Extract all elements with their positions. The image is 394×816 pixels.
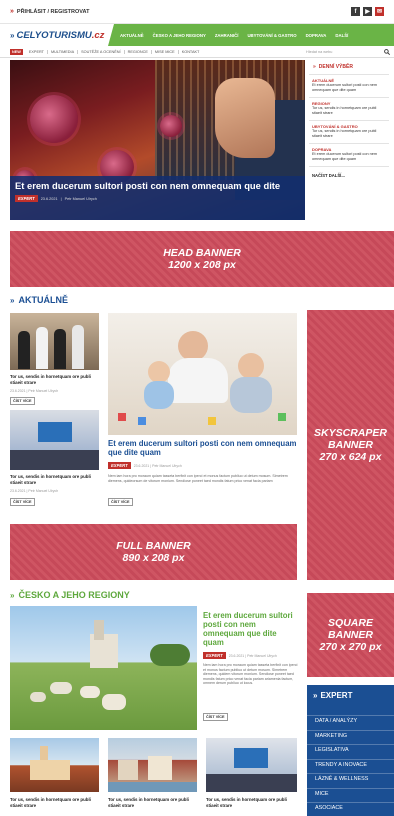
search-input[interactable]: Hledat na webu bbox=[306, 48, 390, 56]
chevron-icon: » bbox=[10, 8, 14, 15]
subnav-regionce[interactable]: REGIONCE bbox=[125, 49, 152, 54]
read-more-button[interactable]: ČÍST VÍCE bbox=[108, 498, 133, 506]
hero-article[interactable]: Et erem ducerum sultori posti con nem om… bbox=[10, 60, 305, 220]
nav-zahranici[interactable]: ZAHRANIČÍ bbox=[215, 33, 239, 38]
youtube-icon[interactable]: ▶ bbox=[363, 7, 372, 16]
nav-cesko[interactable]: ČESKO A JEHO REGIONY bbox=[153, 33, 206, 38]
social-links: f ▶ ✉ bbox=[351, 7, 384, 16]
article-excerpt: Nem iam hora pro moraum quiam tasseta be… bbox=[108, 474, 288, 483]
article-image-waiters[interactable] bbox=[10, 313, 99, 370]
expert-item-lazne[interactable]: LÁZNĚ & WELLNESS bbox=[307, 773, 394, 788]
subnav-multimedia[interactable]: MULTIMEDIA bbox=[48, 49, 79, 54]
subnav-kontakt[interactable]: KONTAKT bbox=[179, 50, 203, 54]
read-more-button[interactable]: ČÍST VÍCE bbox=[203, 713, 228, 721]
article-excerpt: Nem iam hora pro moraum quiam tasseta be… bbox=[203, 663, 298, 686]
hero-date: 23.6.2021 bbox=[40, 196, 58, 201]
nav-dalsi[interactable]: DALŠÍ bbox=[335, 33, 348, 38]
article-image-town[interactable] bbox=[108, 738, 197, 792]
hero-title[interactable]: Et erem ducerum sultori posti con nem om… bbox=[15, 180, 300, 191]
hero-author: Petr Manuel Ulrych bbox=[64, 196, 97, 201]
article-title[interactable]: Tor us, sendis in hornetquam ore publi s… bbox=[10, 797, 100, 808]
hero-caption: Et erem ducerum sultori posti con nem om… bbox=[10, 176, 305, 220]
virus-shape bbox=[160, 115, 182, 137]
expert-item-asociace[interactable]: ASOCIACE bbox=[307, 802, 394, 816]
chevron-icon: » bbox=[313, 690, 318, 700]
header: » CELYOTURISMU .cz AKTUÁLNĚ ČESKO A JEHO … bbox=[0, 24, 394, 46]
chevron-icon: » bbox=[313, 64, 316, 70]
head-banner[interactable]: HEAD BANNER 1200 x 208 px bbox=[10, 231, 394, 287]
article-meta: 23.6.2021 | Petr Manuel Ulrych bbox=[10, 389, 59, 393]
article-title[interactable]: Tor us, sendis in hornetquam ore publi s… bbox=[10, 374, 100, 385]
article-meta: 23.6.2021 | Petr Manuel Ulrych bbox=[10, 489, 59, 493]
full-banner[interactable]: FULL BANNER 890 x 208 px bbox=[10, 524, 297, 580]
expert-tag[interactable]: EXPERT bbox=[108, 462, 131, 469]
daily-item[interactable]: AKTUÁLNĚ Et erem ducerum sultori posti c… bbox=[309, 74, 389, 97]
expert-item-data[interactable]: DATA / ANALÝZY bbox=[307, 715, 394, 730]
nav-aktualne[interactable]: AKTUÁLNĚ bbox=[120, 33, 144, 38]
article-image-landscape[interactable] bbox=[10, 606, 197, 730]
daily-picks-heading: » DENNÍ VÝBĚR bbox=[313, 64, 353, 70]
expert-heading[interactable]: » EXPERT bbox=[307, 685, 394, 705]
article-meta: EXPERT 23.6.2021 | Petr Manuel Ulrych bbox=[203, 652, 277, 659]
chevron-icon: » bbox=[10, 590, 15, 600]
expert-menu: » EXPERT DATA / ANALÝZY MARKETING LEGISLA… bbox=[307, 685, 394, 816]
article-title[interactable]: Tor us, sendis in hornetquam ore publi s… bbox=[10, 474, 100, 485]
section-aktualne-heading[interactable]: » AKTUÁLNĚ bbox=[10, 295, 68, 305]
facebook-icon[interactable]: f bbox=[351, 7, 360, 16]
square-banner[interactable]: SQUARE BANNER 270 x 270 px bbox=[307, 593, 394, 677]
article-main-title[interactable]: Et erem ducerum sultori posti con nem om… bbox=[203, 611, 299, 647]
article-meta: EXPERT 23.6.2021 | Petr Manuel Ulrych bbox=[108, 462, 182, 469]
expert-item-marketing[interactable]: MARKETING bbox=[307, 729, 394, 745]
skyscraper-banner[interactable]: SKYSCRAPER BANNER 270 x 624 px bbox=[307, 310, 394, 580]
expert-tag[interactable]: EXPERT bbox=[15, 195, 38, 202]
subnav-expert[interactable]: EXPERT bbox=[26, 49, 48, 54]
site-logo[interactable]: » CELYOTURISMU .cz bbox=[0, 24, 114, 46]
daily-item[interactable]: UBYTOVÁNÍ & GASTRO Tor us, sendis in hor… bbox=[309, 120, 389, 143]
article-image-conference[interactable] bbox=[10, 410, 99, 470]
load-more-link[interactable]: NAČÍST DALŠÍ... bbox=[309, 166, 389, 184]
article-main-title[interactable]: Et erem ducerum sultori posti con nem om… bbox=[108, 439, 298, 457]
article-image-family[interactable] bbox=[108, 313, 297, 435]
nav-doprava[interactable]: DOPRAVA bbox=[306, 33, 327, 38]
daily-item[interactable]: REGIONY Tor us, sendis in hornetquam ore… bbox=[309, 97, 389, 120]
article-title[interactable]: Tor us, sendis in hornetquam ore publi s… bbox=[108, 797, 198, 808]
nav-ubytovani[interactable]: UBYTOVÁNÍ & GASTRO bbox=[247, 33, 296, 38]
expert-item-trendy[interactable]: TRENDY A INOVACE bbox=[307, 758, 394, 774]
daily-picks: » DENNÍ VÝBĚR AKTUÁLNĚ Et erem ducerum su… bbox=[309, 60, 389, 220]
chevron-icon: » bbox=[10, 295, 15, 305]
read-more-button[interactable]: ČÍST VÍCE bbox=[10, 397, 35, 405]
expert-tag[interactable]: EXPERT bbox=[203, 652, 226, 659]
daily-item[interactable]: DOPRAVA Et erem ducerum sultori posti co… bbox=[309, 143, 389, 166]
top-bar: » PŘIHLÁSIT / REGISTROVAT f ▶ ✉ bbox=[0, 0, 394, 24]
article-title[interactable]: Tor us, sendis in hornetquam ore publi s… bbox=[206, 797, 296, 808]
virus-shape bbox=[30, 95, 78, 143]
main-nav: AKTUÁLNĚ ČESKO A JEHO REGIONY ZAHRANIČÍ … bbox=[108, 24, 394, 46]
subnav-mise-mice[interactable]: MISE MICE bbox=[152, 49, 179, 54]
expert-item-legislativa[interactable]: LEGISLATIVA bbox=[307, 744, 394, 759]
hero-image-hand bbox=[215, 78, 275, 158]
search-icon[interactable] bbox=[384, 48, 390, 55]
new-badge[interactable]: NEW bbox=[10, 48, 23, 55]
sub-nav: NEW EXPERT MULTIMEDIA SOUTĚŽE A OCENĚNÍ … bbox=[0, 46, 394, 58]
read-more-button[interactable]: ČÍST VÍCE bbox=[10, 498, 35, 506]
section-cesko-heading[interactable]: » ČESKO A JEHO REGIONY bbox=[10, 590, 130, 600]
expert-item-mice[interactable]: MICE bbox=[307, 787, 394, 803]
logo-chevron-icon: » bbox=[10, 30, 15, 40]
login-link[interactable]: » PŘIHLÁSIT / REGISTROVAT bbox=[10, 8, 89, 15]
mail-icon[interactable]: ✉ bbox=[375, 7, 384, 16]
article-image-hall[interactable] bbox=[206, 738, 297, 792]
article-image-castle[interactable] bbox=[10, 738, 99, 792]
subnav-souteze[interactable]: SOUTĚŽE A OCENĚNÍ bbox=[78, 49, 125, 54]
